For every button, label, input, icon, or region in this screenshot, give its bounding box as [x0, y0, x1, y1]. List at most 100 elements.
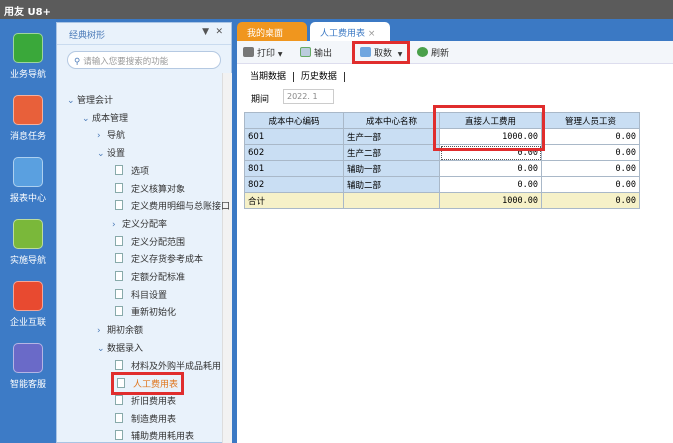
- table-cell[interactable]: 生产一部: [343, 128, 440, 145]
- tree-item[interactable]: 科目设置: [115, 288, 167, 301]
- table-cell[interactable]: 0.00: [541, 176, 640, 193]
- tab-labor-cost[interactable]: 人工费用表 ×: [310, 22, 390, 41]
- tree-item[interactable]: › 定义分配率: [112, 217, 167, 230]
- pin-icon[interactable]: ▼: [202, 27, 209, 37]
- total-cell: 合计: [244, 192, 344, 209]
- document-icon: [115, 235, 123, 246]
- nav-item[interactable]: 实施导航: [0, 219, 56, 266]
- table-row: 802 辅助二部 0.00 0.00: [244, 176, 640, 193]
- tree-scrollbar[interactable]: [222, 73, 232, 443]
- nav-item[interactable]: 业务导航: [0, 33, 56, 80]
- chevron-right-icon[interactable]: ›: [112, 220, 122, 230]
- subtab-current[interactable]: 当期数据: [250, 72, 295, 82]
- table-cell[interactable]: 0.00: [439, 160, 542, 177]
- col-header[interactable]: 管理人员工资: [541, 112, 640, 129]
- search-icon: ⚲: [74, 57, 84, 67]
- tree-item[interactable]: 选项: [115, 164, 149, 177]
- table-cell[interactable]: 802: [244, 176, 344, 193]
- document-icon: [115, 200, 123, 211]
- tree-item-label: 定义存货参考成本: [131, 255, 204, 266]
- table-cell[interactable]: 生产二部: [343, 144, 440, 161]
- chevron-down-icon[interactable]: ▼: [278, 51, 283, 58]
- tree-item[interactable]: ⌄ 管理会计: [67, 93, 113, 106]
- toolbar: 打印 ▼ 输出 取数 ▼ 刷新: [237, 41, 673, 64]
- period-field[interactable]: 2022. 1: [283, 89, 334, 104]
- print-button[interactable]: 打印 ▼: [243, 46, 283, 59]
- table-cell[interactable]: 601: [244, 128, 344, 145]
- tree-item[interactable]: 折旧费用表: [115, 394, 176, 407]
- tree-item-label: 管理会计: [77, 96, 114, 106]
- tree-item-label: 定义分配率: [122, 219, 168, 230]
- tree-item[interactable]: 定义核算对象: [115, 182, 185, 195]
- table-cell[interactable]: 0.00: [541, 128, 640, 145]
- chevron-down-icon[interactable]: ▼: [398, 51, 403, 58]
- document-icon: [115, 430, 123, 441]
- chevron-down-icon[interactable]: ⌄: [97, 149, 107, 159]
- tree-item[interactable]: 制造费用表: [115, 412, 176, 425]
- refresh-button[interactable]: 刷新: [417, 46, 449, 59]
- total-cell: 1000.00: [439, 192, 542, 209]
- tree-item[interactable]: 定义分配范围: [115, 235, 185, 248]
- close-icon[interactable]: ✕: [215, 27, 223, 37]
- table-cell[interactable]: 0.00: [541, 144, 640, 161]
- nav-label: 消息任务: [9, 132, 46, 142]
- nav-item[interactable]: 消息任务: [0, 95, 56, 142]
- col-header[interactable]: 成本中心名称: [343, 112, 440, 129]
- chevron-down-icon[interactable]: ⌄: [97, 344, 107, 354]
- table-cell[interactable]: 801: [244, 160, 344, 177]
- tab-desktop[interactable]: 我的桌面: [237, 22, 307, 41]
- export-icon: [300, 47, 311, 57]
- table-cell[interactable]: 0.00: [541, 160, 640, 177]
- document-icon: [117, 378, 125, 389]
- table-cell[interactable]: 辅助二部: [343, 176, 440, 193]
- nav-item[interactable]: 报表中心: [0, 157, 56, 204]
- print-label: 打印: [257, 49, 276, 59]
- implementation-nav-icon: [13, 219, 43, 249]
- document-icon: [115, 164, 123, 175]
- tree-item[interactable]: › 期初余额: [97, 323, 143, 336]
- table-cell[interactable]: 0.00: [439, 176, 542, 193]
- chevron-down-icon[interactable]: ⌄: [67, 96, 77, 106]
- tree-item[interactable]: 材料及外购半成品耗用: [115, 359, 221, 372]
- tree-item[interactable]: 定额分配标准: [115, 270, 185, 283]
- tree-item[interactable]: ⌄ 成本管理: [82, 111, 128, 124]
- enterprise-connect-icon: [13, 281, 43, 311]
- tree-item[interactable]: 辅助费用耗用表: [115, 429, 194, 442]
- tree-item-label: 折旧费用表: [131, 396, 177, 407]
- tree-item-label: 定额分配标准: [131, 273, 186, 283]
- subtab-history[interactable]: 历史数据: [296, 72, 345, 82]
- document-icon: [115, 253, 123, 264]
- total-cell: 0.00: [541, 192, 640, 209]
- fetch-data-icon: [360, 47, 371, 57]
- table-cell[interactable]: 602: [244, 144, 344, 161]
- tree-header: 经典树形 ▼ ✕: [57, 23, 231, 45]
- tree-item[interactable]: 定义费用明细与总账接口: [115, 199, 230, 212]
- chevron-right-icon[interactable]: ›: [97, 326, 107, 336]
- tree-item[interactable]: ⌄ 设置: [97, 146, 125, 159]
- tab-label: 人工费用表: [320, 29, 366, 39]
- tab-bar: 我的桌面 人工费用表 ×: [237, 20, 673, 41]
- tree-item-label: 选项: [131, 166, 150, 177]
- tab-close-icon[interactable]: ×: [368, 29, 376, 39]
- fetch-button[interactable]: 取数 ▼: [351, 41, 411, 64]
- nav-item[interactable]: 智能客服: [0, 343, 56, 390]
- col-header[interactable]: 成本中心编码: [244, 112, 344, 129]
- tree-item[interactable]: ⌄ 数据录入: [97, 341, 143, 354]
- table-cell[interactable]: 辅助一部: [343, 160, 440, 177]
- chevron-right-icon[interactable]: ›: [97, 131, 107, 141]
- tree-item-label: 材料及外购半成品耗用: [131, 361, 222, 372]
- tree-item[interactable]: 重新初始化: [115, 305, 176, 318]
- chevron-down-icon[interactable]: ⌄: [82, 114, 92, 124]
- business-nav-icon: [13, 33, 43, 63]
- tree-item[interactable]: 人工费用表: [110, 372, 185, 396]
- nav-item[interactable]: 企业互联: [0, 281, 56, 328]
- tree-item-label: 制造费用表: [131, 414, 177, 425]
- nav-label: 业务导航: [9, 70, 46, 80]
- tree-item[interactable]: › 导航: [97, 128, 125, 141]
- document-icon: [115, 412, 123, 423]
- nav-label: 实施导航: [9, 256, 46, 266]
- app-title: 用友 U8+: [4, 7, 51, 18]
- search-input[interactable]: ⚲ 请输入您要搜索的功能: [67, 51, 221, 69]
- tree-item[interactable]: 定义存货参考成本: [115, 252, 203, 265]
- export-button[interactable]: 输出: [300, 46, 332, 59]
